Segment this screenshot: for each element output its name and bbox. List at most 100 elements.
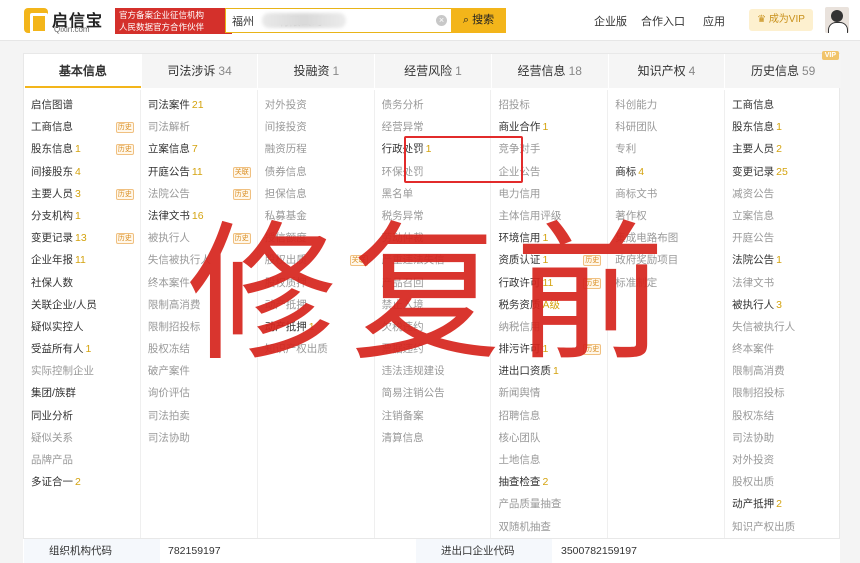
tab-5[interactable]: 知识产权 4 <box>607 54 725 88</box>
search-button[interactable]: ⌕ 搜索 <box>451 8 506 33</box>
list-item[interactable]: 融资历程 <box>258 138 374 160</box>
list-item[interactable]: 注销备案 <box>375 405 491 427</box>
item-label: 股东信息 <box>732 121 775 134</box>
item-count: 2 <box>75 476 81 489</box>
clear-icon[interactable]: × <box>436 15 447 26</box>
nav-partner-entry[interactable]: 合作入口 <box>641 13 685 29</box>
item-label: 被执行人 <box>147 232 190 245</box>
tab-3[interactable]: 经营风险 1 <box>374 54 491 88</box>
list-item[interactable]: 主要人员 3 历史 <box>24 183 140 205</box>
list-item[interactable]: 动产抵押 2 <box>725 493 841 515</box>
list-item[interactable]: 开庭公告 <box>725 227 841 249</box>
list-item[interactable]: 失信被执行人 <box>725 316 841 338</box>
list-item[interactable]: 科创能力 <box>608 94 724 116</box>
list-item[interactable]: 司法协助 <box>141 427 257 449</box>
item-tag[interactable]: 历史 <box>115 144 134 156</box>
tab-2[interactable]: 投融资 1 <box>257 54 375 88</box>
list-item[interactable]: 变更记录 25 <box>725 161 841 183</box>
item-tag[interactable]: 历史 <box>115 122 134 134</box>
tab-4[interactable]: 经营信息 18 <box>490 54 608 88</box>
list-item[interactable]: 核心团队 <box>491 427 607 449</box>
list-item[interactable]: 对外投资 <box>725 449 841 471</box>
item-label: 多证合一 <box>31 476 73 489</box>
nav-enterprise-edition[interactable]: 企业版 <box>594 13 627 29</box>
list-item[interactable]: 专利 <box>608 138 724 160</box>
item-tag[interactable]: 关联 <box>232 166 251 178</box>
item-label: 企业年报 <box>31 254 73 267</box>
list-item[interactable]: 法院公告 历史 <box>141 183 257 205</box>
list-item[interactable]: 受益所有人 1 <box>24 338 140 360</box>
list-item[interactable]: 简易注销公告 <box>375 382 491 404</box>
list-item[interactable]: 被执行人 3 <box>725 294 841 316</box>
list-item[interactable]: 产品质量抽查 <box>491 493 607 515</box>
item-label: 失信被执行人 <box>732 320 796 333</box>
item-tag[interactable]: 历史 <box>115 233 134 245</box>
list-item[interactable]: 债务分析 <box>375 94 491 116</box>
list-item[interactable]: 招投标 <box>491 94 607 116</box>
list-item[interactable]: 减资公告 <box>725 183 841 205</box>
list-item[interactable]: 立案信息 <box>725 205 841 227</box>
list-item[interactable]: 间接股东 4 <box>24 161 140 183</box>
list-item[interactable]: 主要人员 2 <box>725 138 841 160</box>
list-item[interactable]: 立案信息 7 <box>141 138 257 160</box>
list-item[interactable]: 担保信息 <box>258 183 374 205</box>
list-item[interactable]: 双随机抽查 <box>491 516 607 538</box>
item-label: 商业合作 <box>498 121 541 134</box>
list-item[interactable]: 司法案件 21 <box>141 94 257 116</box>
list-item[interactable]: 商标 4 <box>608 161 724 183</box>
list-item[interactable]: 集团/族群 <box>24 382 140 404</box>
list-item[interactable]: 司法协助 <box>725 427 841 449</box>
list-item[interactable]: 新闻舆情 <box>491 382 607 404</box>
nav-apps[interactable]: 应用 <box>703 13 725 29</box>
list-item[interactable]: 疑似实控人 <box>24 316 140 338</box>
list-item[interactable]: 抽查检查 2 <box>491 471 607 493</box>
list-item[interactable]: 关联企业/人员 <box>24 294 140 316</box>
item-tag[interactable]: 历史 <box>232 188 251 200</box>
tab-0[interactable]: 基本信息 <box>24 54 141 88</box>
list-item[interactable]: 社保人数 <box>24 272 140 294</box>
list-item[interactable]: 股东信息 1 <box>725 116 841 138</box>
list-item[interactable]: 法律文书 <box>725 272 841 294</box>
list-item[interactable]: 分支机构 1 <box>24 205 140 227</box>
list-item[interactable]: 股权出质 <box>725 471 841 493</box>
tab-6[interactable]: 历史信息 59 VIP <box>724 51 842 88</box>
list-item[interactable]: 限制高消费 <box>725 360 841 382</box>
list-item[interactable]: 招聘信息 <box>491 405 607 427</box>
list-item[interactable]: 股东信息 1 历史 <box>24 138 140 160</box>
list-item[interactable]: 司法拍卖 <box>141 405 257 427</box>
list-item[interactable]: 多证合一 2 <box>24 471 140 493</box>
list-item[interactable]: 黑名单 <box>375 183 491 205</box>
import-export-code-value: 3500782159197 <box>561 545 637 557</box>
list-item[interactable]: 商标文书 <box>608 183 724 205</box>
item-tag[interactable]: 历史 <box>115 188 134 200</box>
list-item[interactable]: 询价评估 <box>141 382 257 404</box>
list-item[interactable]: 法院公告 1 <box>725 249 841 271</box>
become-vip-button[interactable]: ♛ 成为VIP <box>749 9 813 31</box>
list-item[interactable]: 电力信用 <box>491 183 607 205</box>
list-item[interactable]: 疑似关系 <box>24 427 140 449</box>
list-item[interactable]: 工商信息 历史 <box>24 116 140 138</box>
list-item[interactable]: 股权冻结 <box>725 405 841 427</box>
list-item[interactable]: 企业年报 11 <box>24 249 140 271</box>
list-item[interactable]: 土地信息 <box>491 449 607 471</box>
list-item[interactable]: 科研团队 <box>608 116 724 138</box>
list-item[interactable]: 债券信息 <box>258 161 374 183</box>
list-item[interactable]: 同业分析 <box>24 405 140 427</box>
list-item[interactable]: 清算信息 <box>375 427 491 449</box>
list-item[interactable]: 工商信息 <box>725 94 841 116</box>
tab-1[interactable]: 司法涉诉 34 <box>140 54 258 88</box>
list-item[interactable]: 终本案件 <box>725 338 841 360</box>
list-item[interactable]: 启信图谱 <box>24 94 140 116</box>
list-item[interactable]: 变更记录 13 历史 <box>24 227 140 249</box>
item-label: 商标 <box>615 165 637 178</box>
list-item[interactable]: 开庭公告 11 关联 <box>141 161 257 183</box>
list-item[interactable]: 司法解析 <box>141 116 257 138</box>
avatar[interactable] <box>825 7 849 33</box>
list-item[interactable]: 对外投资 <box>258 94 374 116</box>
list-item[interactable]: 品牌产品 <box>24 449 140 471</box>
list-item[interactable]: 间接投资 <box>258 116 374 138</box>
list-item[interactable]: 知识产权出质 <box>725 516 841 538</box>
qixin-logo[interactable]: 启信宝 Qixin.com <box>24 7 112 35</box>
list-item[interactable]: 实际控制企业 <box>24 360 140 382</box>
list-item[interactable]: 限制招投标 <box>725 382 841 404</box>
